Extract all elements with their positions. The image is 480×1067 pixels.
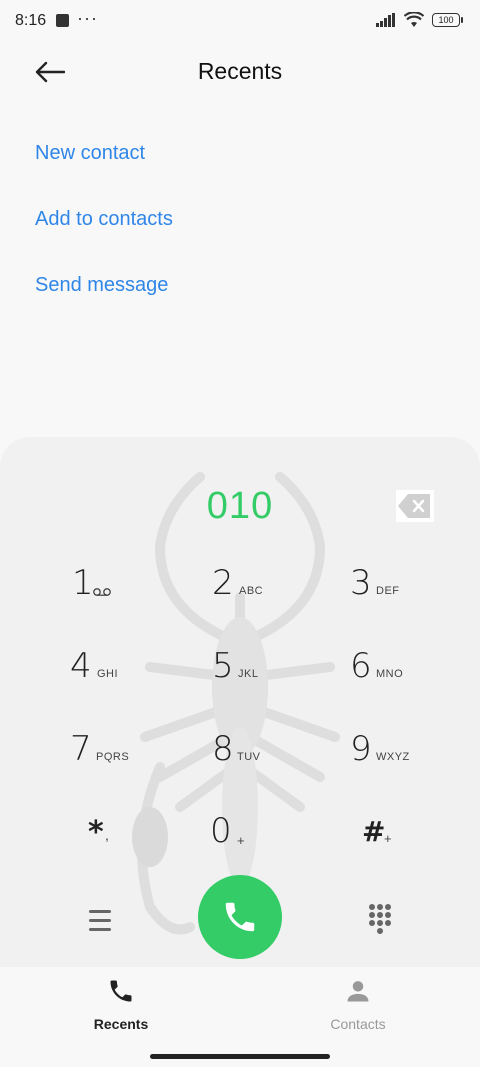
key-letters: JKL (238, 668, 259, 680)
key-3[interactable]: 3 DEF (338, 559, 458, 623)
key-letters: , (105, 827, 110, 843)
page-title: Recents (197, 58, 283, 84)
tab-recents-label: Recents (93, 1016, 149, 1032)
phone-icon (110, 980, 132, 1002)
key-letters: WXYZ (376, 751, 410, 763)
wifi-icon (404, 12, 424, 27)
key-letters: PQRS (96, 751, 130, 763)
key-digit: 2 (212, 563, 234, 603)
add-to-contacts-link[interactable]: Add to contacts (35, 200, 173, 266)
key-2[interactable]: 2 ABC (200, 559, 320, 623)
key-1[interactable]: 1 (60, 559, 180, 623)
phone-icon (225, 902, 255, 932)
app-header: Recents (0, 44, 480, 100)
battery-icon: 100 (432, 13, 463, 27)
signal-icon (376, 13, 395, 27)
key-letters: TUV (237, 751, 261, 763)
key-hash[interactable]: # + (338, 807, 458, 871)
key-digit: 8 (212, 729, 234, 769)
tab-contacts-label: Contacts (330, 1016, 386, 1032)
key-digit: # (362, 815, 386, 848)
send-message-link[interactable]: Send message (35, 266, 173, 332)
key-5[interactable]: 5 JKL (200, 642, 320, 706)
key-digit: 4 (70, 646, 92, 686)
backspace-icon[interactable] (396, 490, 434, 522)
new-contact-link[interactable]: New contact (35, 134, 173, 200)
key-letters: DEF (376, 585, 400, 597)
key-digit: 6 (350, 646, 372, 686)
voicemail-icon (93, 588, 111, 596)
bottom-navigation: Recents Contacts (0, 967, 480, 1067)
key-7[interactable]: 7 PQRS (60, 725, 180, 789)
status-bar: 8:16 ··· 100 (0, 0, 480, 44)
key-digit: * (88, 815, 104, 850)
dialpad-icon[interactable] (360, 899, 400, 939)
tab-recents[interactable]: Recents (51, 977, 191, 1032)
call-button[interactable] (198, 875, 282, 959)
key-8[interactable]: 8 TUV (200, 725, 320, 789)
status-time: 8:16 (15, 12, 47, 29)
tab-contacts[interactable]: Contacts (288, 977, 428, 1032)
key-6[interactable]: 6 MNO (338, 642, 458, 706)
key-digit: 1 (72, 563, 94, 603)
key-letters: + (237, 833, 246, 848)
home-indicator[interactable] (150, 1054, 330, 1059)
key-letters: GHI (97, 668, 119, 680)
key-digit: 0 (210, 811, 232, 851)
key-letters: + (384, 831, 393, 846)
notification-icon (56, 14, 69, 27)
dialer-panel: 010 1 2 ABC 3 DEF 4 GHI 5 JKL 6 MNO 7 PQ… (0, 437, 480, 967)
key-star[interactable]: * , (60, 807, 180, 871)
action-list: New contact Add to contacts Send message (35, 134, 173, 332)
key-4[interactable]: 4 GHI (60, 642, 180, 706)
more-notifications-icon: ··· (77, 8, 98, 28)
key-9[interactable]: 9 WXYZ (338, 725, 458, 789)
key-digit: 5 (212, 646, 234, 686)
person-icon (347, 981, 369, 1002)
key-digit: 9 (350, 729, 372, 769)
key-digit: 7 (70, 729, 92, 769)
key-0[interactable]: 0 + (200, 807, 320, 871)
menu-icon[interactable] (80, 903, 120, 939)
key-letters: ABC (239, 585, 264, 597)
key-letters: MNO (376, 668, 404, 680)
key-digit: 3 (350, 563, 372, 603)
